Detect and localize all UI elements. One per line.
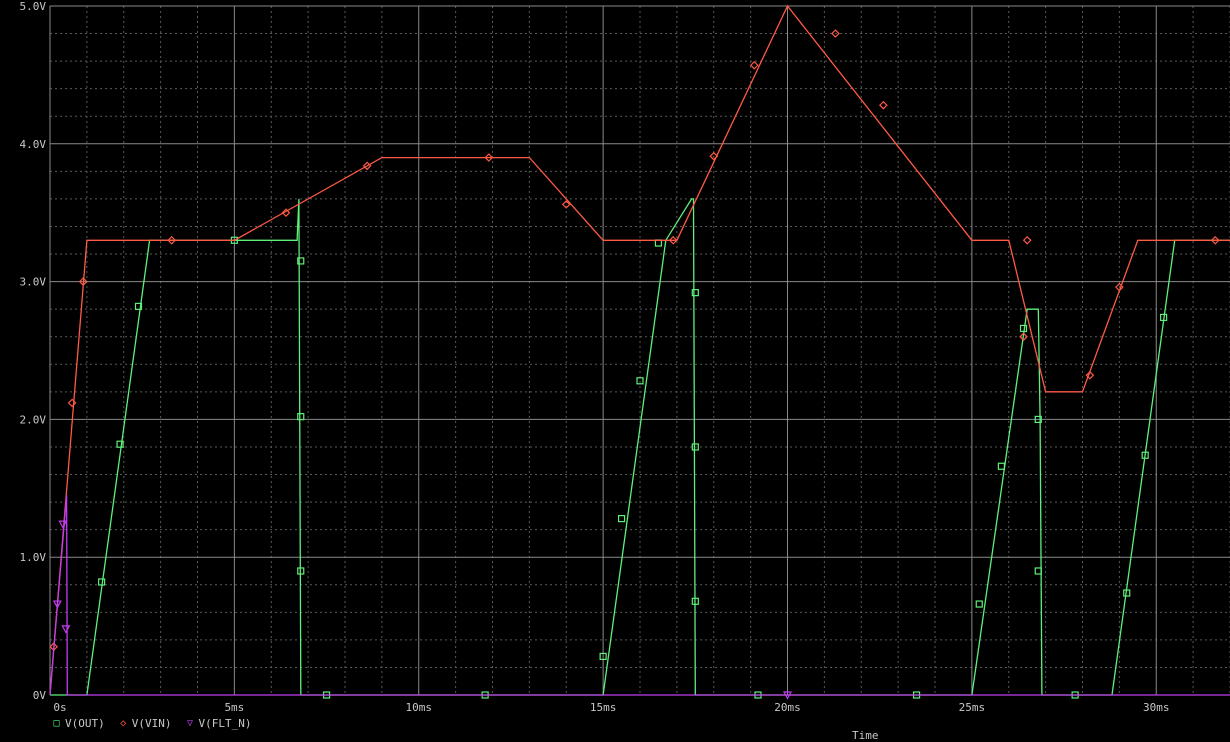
legend-item-out[interactable]: □ V(OUT)	[52, 715, 105, 731]
x-axis-ticks: 0s 5ms 10ms 15ms 20ms 25ms 30ms	[53, 701, 1169, 714]
x-tick-label: 5ms	[224, 701, 244, 714]
data-point-v-vin	[1022, 235, 1032, 245]
legend-label-flt-n: V(FLT_N)	[198, 716, 252, 730]
y-axis-ticks: 0V 1.0V 2.0V 3.0V 4.0V 5.0V	[20, 0, 47, 702]
x-tick-label: 0s	[53, 701, 66, 714]
x-tick-label: 15ms	[590, 701, 617, 714]
legend: □ V(OUT) ◇ V(VIN) ▽ V(FLT_N)	[52, 715, 251, 731]
data-point-v-out	[617, 515, 626, 523]
triangle-marker-icon: ▽	[186, 717, 194, 729]
x-tick-label: 10ms	[406, 701, 433, 714]
diamond-marker-icon: ◇	[120, 717, 127, 729]
data-point-v-flt-n	[58, 520, 68, 529]
legend-label-vin: V(VIN)	[131, 716, 172, 730]
x-tick-label: 25ms	[959, 701, 986, 714]
data-point-v-out	[997, 462, 1005, 470]
data-point-v-vin	[879, 100, 888, 110]
y-tick-label: 4.0V	[20, 138, 47, 151]
legend-label-out: V(OUT)	[65, 716, 105, 730]
legend-item-vin[interactable]: ◇ V(VIN)	[119, 715, 172, 731]
data-point-v-out	[1034, 567, 1042, 575]
legend-item-flt-n[interactable]: ▽ V(FLT_N)	[186, 715, 252, 731]
x-tick-label: 30ms	[1143, 701, 1170, 714]
data-point-v-out	[297, 413, 305, 421]
transient-plot: 0V 1.0V 2.0V 3.0V 4.0V 5.0V 0s 5ms 10ms 15ms 20ms…	[20, 0, 1230, 714]
y-tick-label: 1.0V	[20, 551, 47, 564]
y-tick-label: 0V	[33, 689, 47, 702]
y-tick-label: 2.0V	[20, 413, 47, 426]
data-point-v-vin	[749, 60, 759, 70]
series-line-v-flt-n	[49, 495, 1230, 696]
data-point-v-out	[975, 600, 983, 608]
y-tick-label: 3.0V	[20, 276, 47, 289]
y-tick-label: 5.0V	[20, 0, 47, 13]
data-point-v-vin	[67, 398, 77, 408]
data-point-v-flt-n	[61, 625, 71, 634]
x-tick-label: 20ms	[774, 701, 801, 714]
x-axis-label: Time	[852, 729, 879, 742]
square-marker-icon: □	[53, 717, 60, 729]
minor-grid	[50, 6, 1230, 695]
